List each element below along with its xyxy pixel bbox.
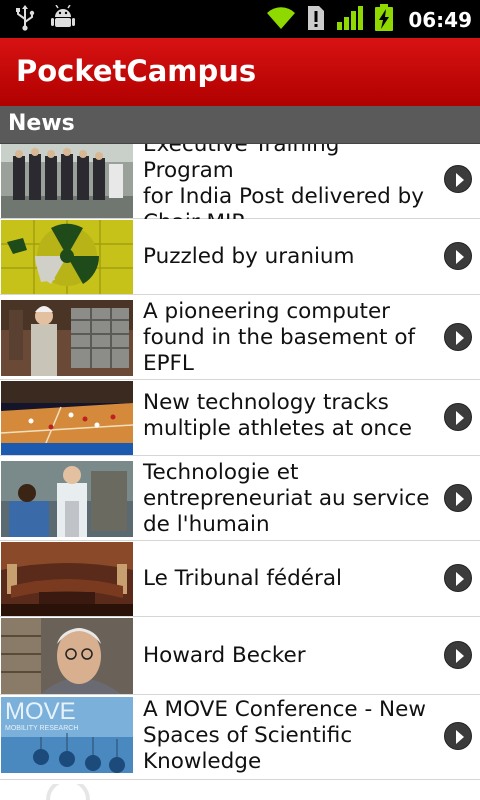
chevron-right-icon [456,411,464,425]
move-logo: MOVE [5,698,76,725]
news-title: Le Tribunal fédéral [143,566,342,591]
news-thumbnail [1,144,133,218]
open-article-button[interactable] [444,242,472,270]
move-caption: MOBILITY RESEARCH [5,725,78,732]
android-debug-icon [50,4,76,35]
news-item[interactable]: Technologie et entrepreneuriat au servic… [0,456,480,541]
chevron-right-icon [456,331,464,345]
news-title: A pioneering computer found in the basem… [143,299,416,376]
news-thumbnail [1,300,133,376]
battery-charging-icon [374,4,394,36]
chevron-right-icon [456,173,464,187]
open-article-button[interactable] [444,722,472,750]
chevron-right-icon [456,250,464,264]
chevron-right-icon [456,649,464,663]
news-thumbnail: MOVE MOBILITY RESEARCH [1,697,133,773]
open-article-button[interactable] [444,323,472,351]
loading-spinner-icon [46,778,90,800]
news-thumbnail [1,381,133,455]
status-bar: 06:49 [0,0,480,38]
news-item[interactable]: MOVE MOBILITY RESEARCH A MOVE Conference… [0,695,480,780]
chevron-right-icon [456,492,464,506]
news-thumbnail [1,618,133,694]
section-title: News [8,111,75,136]
sim-alert-icon [306,5,326,35]
open-article-button[interactable] [444,484,472,512]
news-thumbnail [1,461,133,537]
chevron-right-icon [456,572,464,586]
open-article-button[interactable] [444,165,472,193]
news-list[interactable]: Executive Training Program for India Pos… [0,144,480,784]
news-thumbnail [1,542,133,616]
news-title: Technologie et entrepreneuriat au servic… [143,460,430,537]
clock: 06:49 [408,8,472,32]
news-item[interactable]: Le Tribunal fédéral [0,541,480,617]
usb-icon [14,5,36,35]
news-thumbnail [1,220,133,294]
signal-icon [336,5,364,35]
list-footer [0,778,480,800]
section-header: News [0,106,480,144]
news-title: A MOVE Conference - New Spaces of Scient… [143,697,426,774]
open-article-button[interactable] [444,403,472,431]
news-title: New technology tracks multiple athletes … [143,390,413,441]
news-item[interactable]: New technology tracks multiple athletes … [0,380,480,456]
wifi-icon [266,5,296,35]
news-item[interactable]: Executive Training Program for India Pos… [0,144,480,235]
app-title: PocketCampus [16,54,257,88]
news-title: Howard Becker [143,643,306,668]
news-item[interactable]: Howard Becker [0,617,480,695]
news-title: Puzzled by uranium [143,244,355,269]
open-article-button[interactable] [444,641,472,669]
app-header: PocketCampus [0,38,480,106]
open-article-button[interactable] [444,564,472,592]
news-item[interactable]: A pioneering computer found in the basem… [0,295,480,380]
news-item[interactable]: Puzzled by uranium [0,219,480,295]
chevron-right-icon [456,730,464,744]
